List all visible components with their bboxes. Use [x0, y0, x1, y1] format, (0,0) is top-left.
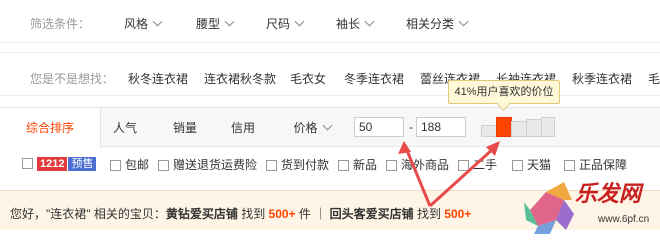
watermark-url: www.6pf.cn	[598, 214, 650, 225]
watermark-text: 乐发网	[575, 181, 642, 207]
arrow-head-left	[398, 141, 411, 154]
arrow-line-right	[428, 146, 496, 208]
arrow-line-left	[404, 147, 432, 207]
